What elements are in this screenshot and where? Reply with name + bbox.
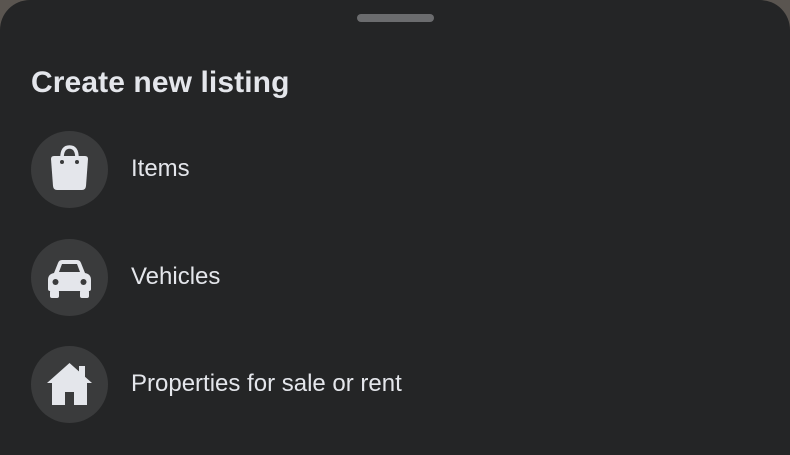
sheet-title: Create new listing <box>31 66 290 99</box>
option-items[interactable]: Items <box>31 131 771 209</box>
shopping-bag-icon <box>31 131 108 208</box>
create-listing-sheet: Create new listing Items Vehicles Proper… <box>0 0 790 455</box>
option-vehicles-label: Vehicles <box>131 263 221 290</box>
car-icon <box>31 239 108 316</box>
house-icon <box>31 346 108 423</box>
option-properties-label: Properties for sale or rent <box>131 370 402 397</box>
sheet-drag-handle[interactable] <box>357 14 434 22</box>
option-vehicles[interactable]: Vehicles <box>31 239 771 317</box>
option-properties[interactable]: Properties for sale or rent <box>31 346 771 424</box>
option-items-label: Items <box>131 155 190 182</box>
